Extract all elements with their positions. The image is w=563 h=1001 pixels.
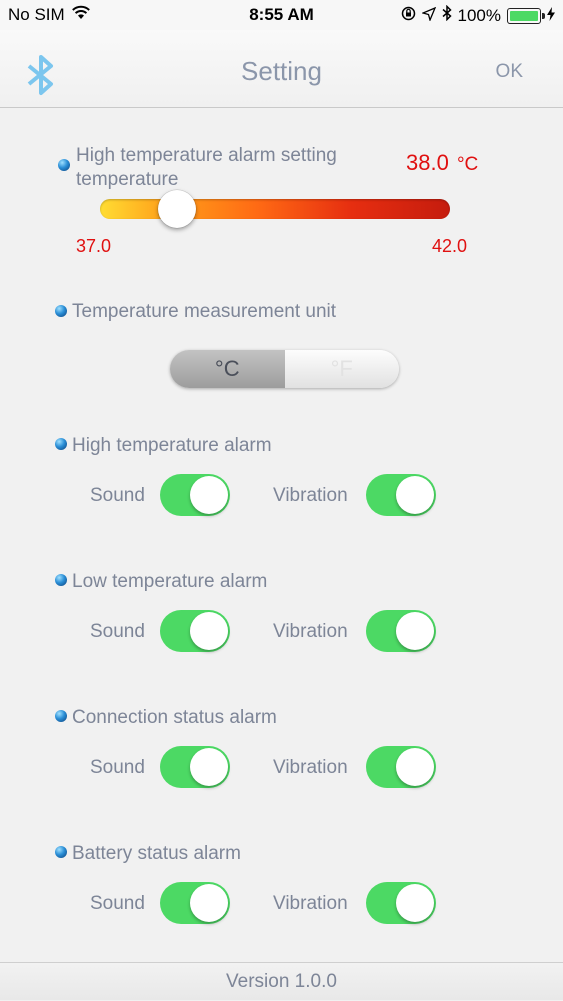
- bullet-icon: [55, 574, 67, 586]
- high-temp-sound-toggle[interactable]: [160, 474, 230, 516]
- bullet-icon: [55, 710, 67, 722]
- alarm-title-high-temp: High temperature alarm: [72, 435, 272, 456]
- status-bar: No SIM 8:55 AM 100%: [0, 0, 563, 30]
- bullet-icon: [55, 846, 67, 858]
- version-footer: Version 1.0.0: [0, 962, 563, 1000]
- sound-label: Sound: [90, 485, 145, 506]
- location-arrow-icon: [420, 6, 436, 26]
- alarm-title-battery: Battery status alarm: [72, 843, 241, 864]
- vibration-label: Vibration: [273, 621, 348, 642]
- unit-section-label: Temperature measurement unit: [72, 301, 337, 322]
- low-temp-vibration-toggle[interactable]: [366, 610, 436, 652]
- high-temp-setting-unit: °C: [456, 154, 479, 175]
- slider-min-label: 37.0: [76, 236, 112, 256]
- nav-bar: Setting OK: [0, 30, 563, 108]
- battery-icon: [507, 7, 545, 24]
- vibration-label: Vibration: [273, 485, 348, 506]
- high-temp-setting-value-group: 38.0 °C: [406, 151, 478, 177]
- bullet-icon: [55, 305, 67, 317]
- vibration-label: Vibration: [273, 757, 348, 778]
- charging-icon: [547, 6, 555, 26]
- sound-label: Sound: [90, 893, 145, 914]
- location-lock-icon: [401, 6, 416, 26]
- sound-label: Sound: [90, 621, 145, 642]
- battery-sound-toggle[interactable]: [160, 882, 230, 924]
- high-temp-setting-value: 38.0: [406, 150, 449, 175]
- status-right: 100%: [401, 4, 555, 26]
- unit-segmented-control[interactable]: °C °F: [170, 350, 399, 388]
- alarm-title-connection: Connection status alarm: [72, 707, 277, 728]
- version-label: Version 1.0.0: [226, 971, 337, 992]
- page-title: Setting: [241, 56, 322, 86]
- connection-sound-toggle[interactable]: [160, 746, 230, 788]
- celsius-option[interactable]: °C: [170, 350, 285, 388]
- bullet-icon: [55, 438, 67, 450]
- vibration-label: Vibration: [273, 893, 348, 914]
- battery-vibration-toggle[interactable]: [366, 882, 436, 924]
- slider-max-label: 42.0: [432, 236, 468, 256]
- high-temp-setting-label: High temperature alarm setting temperatu…: [76, 145, 337, 190]
- connection-vibration-toggle[interactable]: [366, 746, 436, 788]
- low-temp-sound-toggle[interactable]: [160, 610, 230, 652]
- high-temp-slider-thumb[interactable]: [158, 190, 196, 228]
- ok-button[interactable]: OK: [496, 61, 523, 83]
- sound-label: Sound: [90, 757, 145, 778]
- battery-percent: 100%: [457, 5, 501, 25]
- fahrenheit-option[interactable]: °F: [284, 350, 399, 388]
- alarm-title-low-temp: Low temperature alarm: [72, 571, 268, 592]
- bullet-icon: [58, 159, 70, 171]
- high-temp-vibration-toggle[interactable]: [366, 474, 436, 516]
- high-temp-slider[interactable]: [100, 199, 450, 219]
- bluetooth-icon: [442, 4, 452, 26]
